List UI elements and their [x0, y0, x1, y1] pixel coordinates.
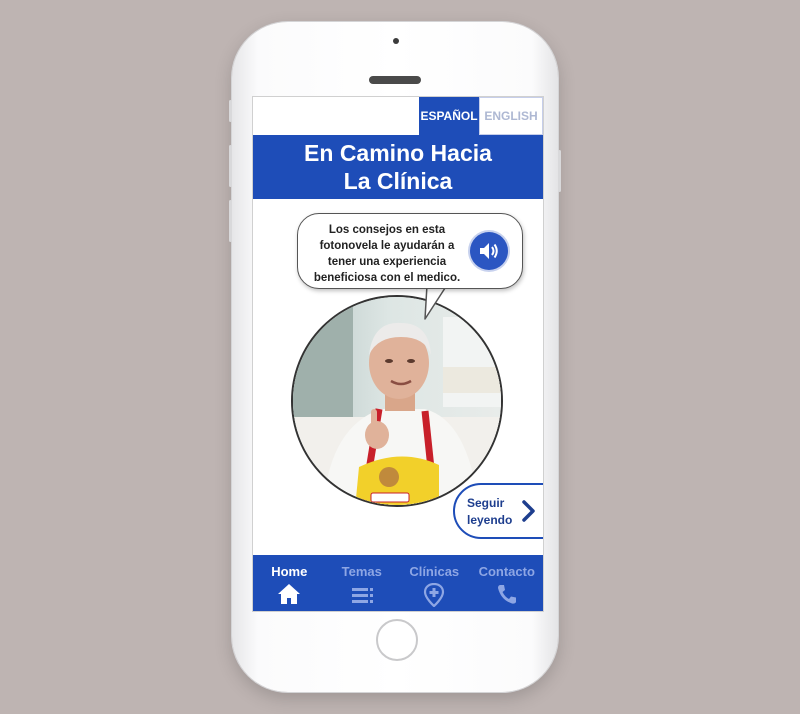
front-camera	[393, 38, 399, 44]
speech-bubble: Los consejos en esta fotonovela le ayuda…	[297, 213, 523, 289]
tab-clinicas-label: Clínicas	[409, 564, 460, 579]
page-title: En Camino Hacia La Clínica	[253, 135, 543, 199]
speaker-icon	[480, 243, 498, 259]
home-icon	[278, 584, 301, 604]
tab-home-label: Home	[271, 564, 308, 579]
continue-reading-label: Seguir leyendo	[467, 496, 513, 527]
tab-home[interactable]: Home	[253, 555, 326, 611]
chevron-right-icon	[522, 500, 535, 522]
bottom-tab-bar: Home Temas Clínicas Contacto	[253, 555, 543, 611]
home-hardware-button[interactable]	[376, 619, 418, 661]
tab-clinicas[interactable]: Clínicas	[398, 555, 471, 611]
mute-switch	[229, 100, 232, 122]
tab-contacto[interactable]: Contacto	[471, 555, 544, 611]
list-icon	[351, 588, 373, 603]
map-pin-icon	[424, 583, 445, 607]
character-photo	[291, 295, 503, 507]
earpiece-speaker	[369, 76, 421, 84]
tab-contacto-label: Contacto	[478, 564, 535, 579]
continue-reading-button[interactable]: Seguir leyendo	[453, 483, 543, 539]
speech-bubble-tail	[424, 283, 455, 320]
volume-up-button	[229, 145, 232, 187]
volume-down-button	[229, 200, 232, 242]
app-screen: ESPAÑOL ENGLISH En Camino Hacia La Clíni…	[252, 96, 544, 612]
page-title-line-1: En Camino Hacia	[304, 140, 492, 166]
language-switcher: ESPAÑOL ENGLISH	[419, 97, 543, 135]
language-spanish-button[interactable]: ESPAÑOL	[419, 97, 479, 135]
speech-bubble-text: Los consejos en esta fotonovela le ayuda…	[313, 224, 461, 284]
power-button	[558, 150, 561, 192]
language-english-button[interactable]: ENGLISH	[479, 97, 543, 135]
tab-temas-label: Temas	[341, 564, 382, 579]
tab-temas[interactable]: Temas	[326, 555, 399, 611]
audio-play-button[interactable]	[470, 232, 508, 270]
phone-icon	[497, 585, 516, 604]
page-title-line-2: La Clínica	[343, 168, 453, 194]
